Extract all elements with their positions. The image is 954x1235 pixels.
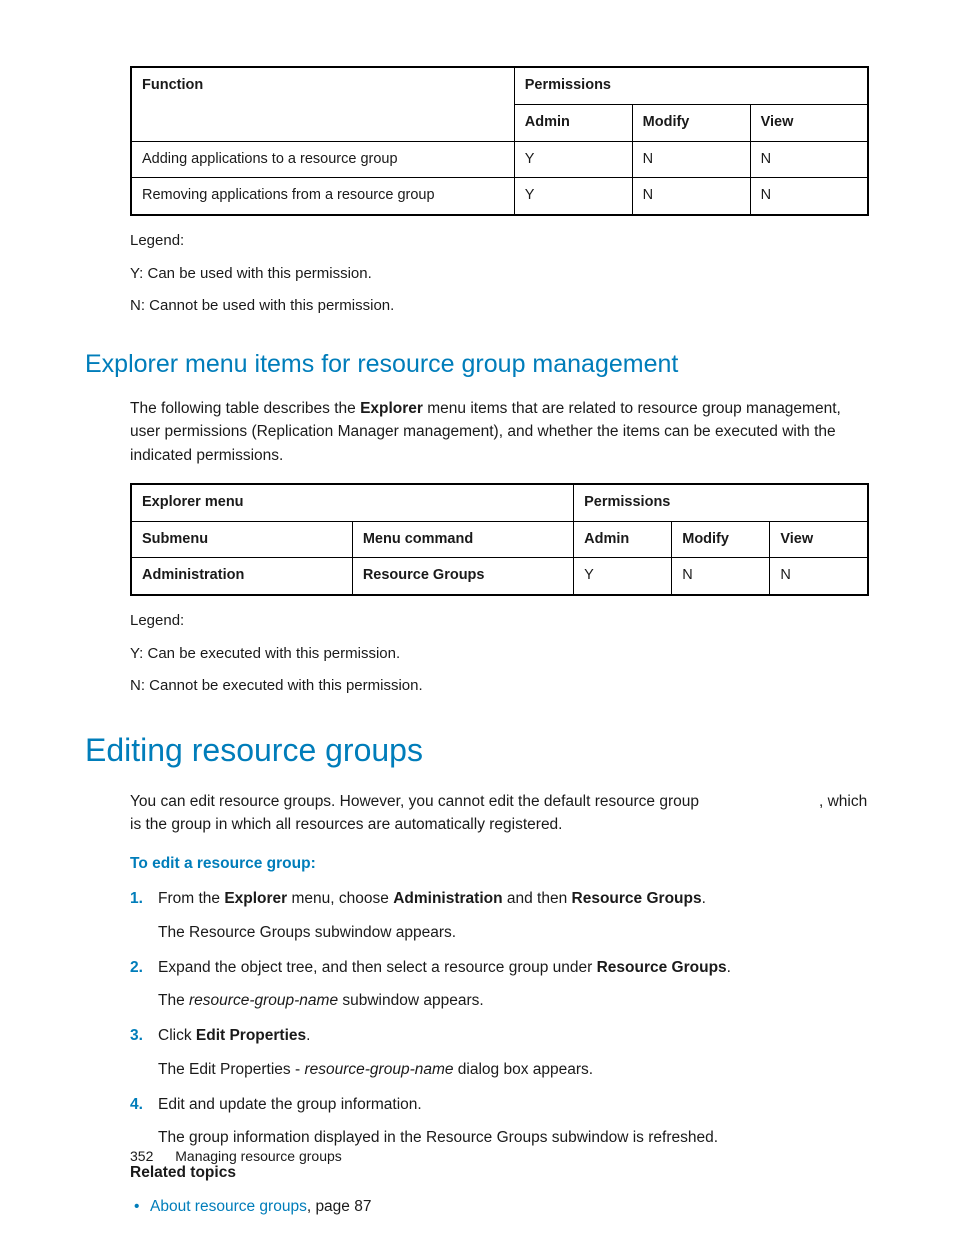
related-topics-list: About resource groups, page 87: [130, 1195, 869, 1218]
text-bold: Explorer: [224, 890, 287, 907]
text: subwindow appears.: [338, 992, 484, 1009]
th-command: Menu command: [352, 521, 573, 558]
text-bold: Resource Groups: [597, 959, 727, 976]
step-1: 1. From the Explorer menu, choose Admini…: [130, 887, 869, 944]
th-function: Function: [131, 67, 514, 141]
text: The following table describes the: [130, 400, 360, 417]
text: The: [158, 992, 189, 1009]
text: Edit and update the group information.: [158, 1096, 422, 1113]
th-view: View: [750, 104, 868, 141]
cell-fn: Removing applications from a resource gr…: [131, 178, 514, 215]
th-permissions: Permissions: [574, 484, 868, 521]
th-explorer-menu: Explorer menu: [131, 484, 574, 521]
text-bold: Edit Properties: [196, 1027, 306, 1044]
step-result: The resource-group-name subwindow appear…: [158, 989, 869, 1012]
text: The Edit Properties -: [158, 1061, 304, 1078]
table-row: Adding applications to a resource group …: [131, 141, 868, 178]
th-admin: Admin: [514, 104, 632, 141]
cell-view: N: [750, 178, 868, 215]
cell-view: N: [770, 558, 868, 595]
legend-y: Y: Can be used with this permission.: [130, 263, 869, 286]
text-bold: Resource Groups: [572, 890, 702, 907]
text: and then: [503, 890, 572, 907]
function-permissions-table: Function Permissions Admin Modify View A…: [130, 66, 869, 216]
section-intro: The following table describes the Explor…: [130, 397, 869, 467]
link-about-resource-groups[interactable]: About resource groups: [150, 1198, 307, 1215]
chapter-title: Managing resource groups: [175, 1148, 342, 1164]
legend-y: Y: Can be executed with this permission.: [130, 643, 869, 666]
step-number: 2.: [130, 956, 143, 979]
table-row: Administration Resource Groups Y N N: [131, 558, 868, 595]
th-modify: Modify: [632, 104, 750, 141]
procedure-steps: 1. From the Explorer menu, choose Admini…: [130, 887, 869, 1149]
text: dialog box appears.: [454, 1061, 594, 1078]
page-number: 352: [130, 1148, 153, 1164]
text: .: [306, 1027, 310, 1044]
cell-command: Resource Groups: [352, 558, 573, 595]
legend-title: Legend:: [130, 610, 869, 633]
cell-submenu: Administration: [131, 558, 352, 595]
cell-admin: Y: [514, 178, 632, 215]
text-italic: resource-group-name: [304, 1061, 453, 1078]
cell-modify: N: [632, 178, 750, 215]
legend-n: N: Cannot be executed with this permissi…: [130, 675, 869, 698]
text: You can edit resource groups. However, y…: [130, 793, 699, 810]
cell-admin: Y: [574, 558, 672, 595]
function-permissions-table-wrap: Function Permissions Admin Modify View A…: [130, 66, 869, 216]
cell-view: N: [750, 141, 868, 178]
cell-modify: N: [632, 141, 750, 178]
th-submenu: Submenu: [131, 521, 352, 558]
step-number: 3.: [130, 1024, 143, 1047]
legend-2: Legend: Y: Can be executed with this per…: [130, 610, 869, 698]
step-2: 2. Expand the object tree, and then sele…: [130, 956, 869, 1013]
step-number: 4.: [130, 1093, 143, 1116]
text-bold: Explorer: [360, 400, 423, 417]
cell-admin: Y: [514, 141, 632, 178]
explorer-permissions-table-wrap: Explorer menu Permissions Submenu Menu c…: [130, 483, 869, 596]
section-heading-explorer: Explorer menu items for resource group m…: [85, 346, 869, 384]
text: Click: [158, 1027, 196, 1044]
text: .: [727, 959, 731, 976]
step-4: 4. Edit and update the group information…: [130, 1093, 869, 1150]
step-result: The Resource Groups subwindow appears.: [158, 921, 869, 944]
th-permissions: Permissions: [514, 67, 868, 104]
procedure-title: To edit a resource group:: [130, 852, 869, 875]
cell-modify: N: [672, 558, 770, 595]
section-heading-editing: Editing resource groups: [85, 726, 869, 774]
th-modify: Modify: [672, 521, 770, 558]
explorer-permissions-table: Explorer menu Permissions Submenu Menu c…: [130, 483, 869, 596]
step-number: 1.: [130, 887, 143, 910]
text: Expand the object tree, and then select …: [158, 959, 597, 976]
text: .: [702, 890, 706, 907]
page-content: Function Permissions Admin Modify View A…: [0, 0, 954, 1218]
step-3: 3. Click Edit Properties. The Edit Prope…: [130, 1024, 869, 1081]
text: , page 87: [307, 1198, 372, 1215]
legend-title: Legend:: [130, 230, 869, 253]
text: menu, choose: [287, 890, 393, 907]
legend-1: Legend: Y: Can be used with this permiss…: [130, 230, 869, 318]
page-footer: 352 Managing resource groups: [130, 1146, 342, 1167]
th-view: View: [770, 521, 868, 558]
editing-intro: You can edit resource groups. However, y…: [130, 790, 869, 837]
legend-n: N: Cannot be used with this permission.: [130, 295, 869, 318]
step-result: The Edit Properties - resource-group-nam…: [158, 1058, 869, 1081]
text: From the: [158, 890, 224, 907]
th-admin: Admin: [574, 521, 672, 558]
text-italic: resource-group-name: [189, 992, 338, 1009]
cell-fn: Adding applications to a resource group: [131, 141, 514, 178]
list-item: About resource groups, page 87: [130, 1195, 869, 1218]
table-row: Removing applications from a resource gr…: [131, 178, 868, 215]
text-bold: Administration: [393, 890, 502, 907]
